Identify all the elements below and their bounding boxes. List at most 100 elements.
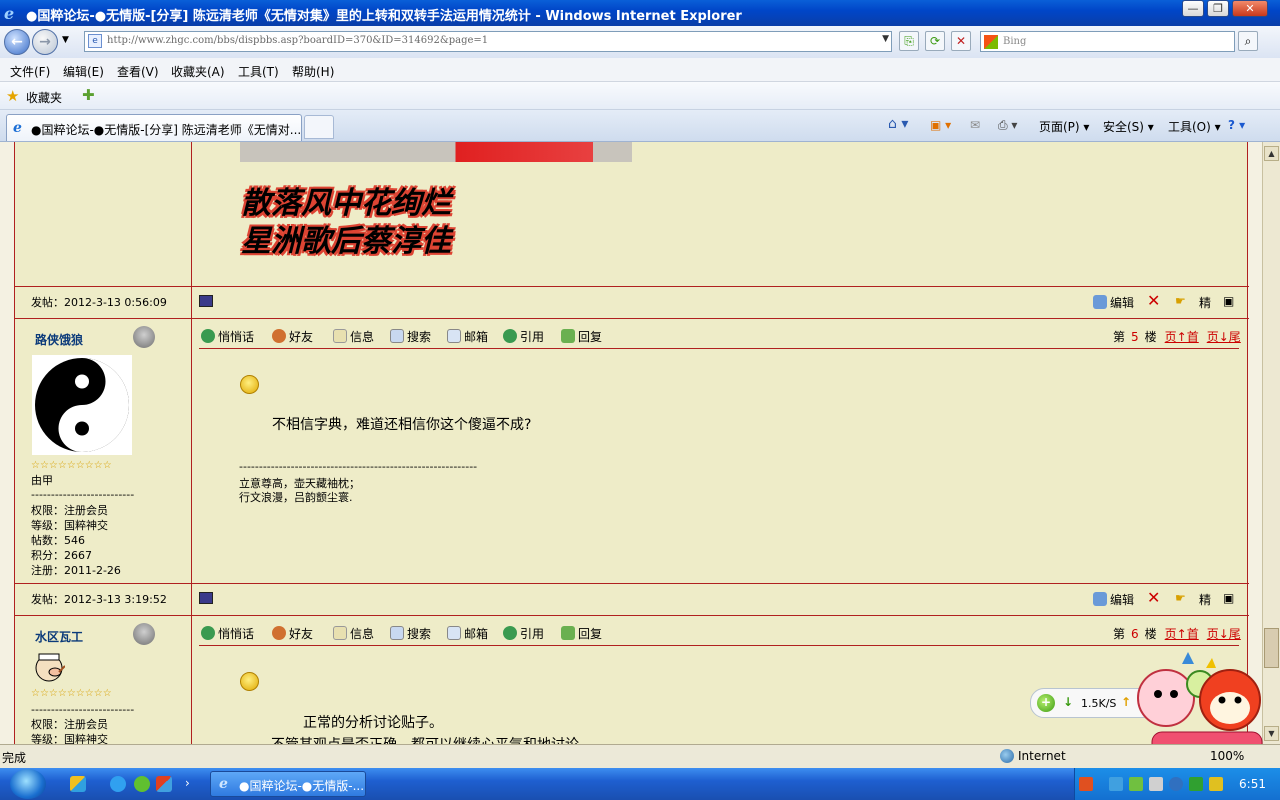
info-button[interactable]: 信息 bbox=[333, 328, 374, 345]
lock-icon[interactable]: ▣ bbox=[1223, 294, 1234, 308]
menu-file[interactable]: 文件(F) bbox=[10, 63, 50, 80]
search-icon[interactable]: ⌕ bbox=[1238, 31, 1258, 51]
page-menu-label: 页面(P) bbox=[1039, 120, 1080, 134]
bing-logo-icon bbox=[984, 35, 998, 49]
user-status-icon bbox=[133, 326, 155, 348]
scroll-up-button[interactable]: ▲ bbox=[1264, 146, 1279, 161]
ip-computer-icon[interactable] bbox=[199, 295, 213, 307]
edit-button[interactable]: 编辑 bbox=[1093, 294, 1134, 311]
help-icon[interactable]: ? ▾ bbox=[1228, 118, 1245, 132]
menu-view[interactable]: 查看(V) bbox=[117, 63, 159, 80]
search-button[interactable]: 搜索 bbox=[390, 625, 431, 642]
username[interactable]: 路侠饿狼 bbox=[35, 331, 83, 348]
mail-icon[interactable]: ✉ bbox=[970, 118, 980, 132]
zoom-level[interactable]: 100% bbox=[1210, 749, 1244, 763]
lock-icon[interactable]: ▣ bbox=[1223, 591, 1234, 605]
window-titlebar: e ●国粹论坛-●无情版-[分享] 陈远清老师《无情对集》里的上转和双转手法运用… bbox=[0, 0, 1280, 26]
address-dropdown-icon[interactable]: ▼ bbox=[882, 34, 889, 44]
maximize-button[interactable]: ❐ bbox=[1207, 0, 1229, 17]
taskbar-ie-button[interactable]: e ●国粹论坛-●无情版-... bbox=[210, 771, 366, 797]
user-status-icon bbox=[133, 623, 155, 645]
username[interactable]: 水区瓦工 bbox=[35, 628, 83, 645]
page-menu[interactable]: 页面(P) ▾ bbox=[1039, 118, 1089, 135]
quote-button[interactable]: 引用 bbox=[503, 625, 544, 642]
tray-volume-icon[interactable] bbox=[1129, 777, 1143, 791]
delete-icon[interactable]: ✕ bbox=[1147, 588, 1160, 607]
show-desktop-icon[interactable] bbox=[70, 776, 86, 792]
print-icon[interactable]: ⎙ ▾ bbox=[998, 118, 1017, 133]
menu-favorites[interactable]: 收藏夹(A) bbox=[171, 63, 225, 80]
search-input[interactable]: Bing bbox=[980, 31, 1235, 52]
go-bottom-link[interactable]: 页↓尾 bbox=[1207, 627, 1241, 641]
menu-tools[interactable]: 工具(T) bbox=[238, 63, 279, 80]
tray-lock-icon[interactable] bbox=[1209, 777, 1223, 791]
whisper-button[interactable]: 悄悄话 bbox=[201, 625, 254, 642]
add-favorite-icon[interactable]: ✚ bbox=[82, 86, 95, 104]
close-window-button[interactable]: ✕ bbox=[1232, 0, 1268, 17]
quote-button[interactable]: 引用 bbox=[503, 328, 544, 345]
home-icon[interactable]: ⌂ ▾ bbox=[888, 116, 908, 132]
ip-computer-icon[interactable] bbox=[199, 592, 213, 604]
friend-button[interactable]: 好友 bbox=[272, 625, 313, 642]
compatibility-view-icon[interactable]: ⎘ bbox=[899, 31, 919, 51]
go-top-link[interactable]: 页↑首 bbox=[1165, 330, 1199, 344]
minimize-button[interactable]: — bbox=[1182, 0, 1204, 17]
tray-network-icon[interactable] bbox=[1109, 777, 1123, 791]
tray-device-icon[interactable] bbox=[1149, 777, 1163, 791]
history-dropdown-icon[interactable]: ▼ bbox=[62, 35, 69, 45]
forward-button[interactable]: → bbox=[32, 29, 58, 55]
alis-mascot-widget[interactable] bbox=[1130, 640, 1280, 758]
elite-button[interactable]: 精 bbox=[1199, 294, 1211, 311]
safety-menu[interactable]: 安全(S) ▾ bbox=[1103, 118, 1154, 135]
search-doc-icon bbox=[390, 329, 404, 343]
taskbar: › e ●国粹论坛-●无情版-... 6:51 bbox=[0, 768, 1280, 800]
mail-button[interactable]: 邮箱 bbox=[447, 328, 488, 345]
menu-edit[interactable]: 编辑(E) bbox=[63, 63, 104, 80]
user-permission: 权限：注册会员 bbox=[31, 504, 108, 517]
address-input[interactable]: e http://www.zhgc.com/bbs/dispbbs.asp?bo… bbox=[84, 31, 892, 52]
accelerator-plus-icon[interactable]: + bbox=[1037, 694, 1055, 712]
favorites-star-icon[interactable]: ★ bbox=[6, 87, 19, 105]
menu-help[interactable]: 帮助(H) bbox=[292, 63, 334, 80]
whisper-button[interactable]: 悄悄话 bbox=[201, 328, 254, 345]
tray-shield-icon[interactable] bbox=[1189, 777, 1203, 791]
quicklaunch-plus-icon[interactable] bbox=[134, 776, 150, 792]
delete-icon[interactable]: ✕ bbox=[1147, 291, 1160, 310]
hand-icon[interactable]: ☛ bbox=[1175, 591, 1186, 605]
search-button[interactable]: 搜索 bbox=[390, 328, 431, 345]
quicklaunch-more-icon[interactable]: › bbox=[185, 776, 190, 790]
elite-button[interactable]: 精 bbox=[1199, 591, 1211, 608]
favorites-button[interactable]: 收藏夹 bbox=[26, 89, 62, 106]
start-button[interactable] bbox=[10, 769, 46, 799]
quicklaunch-s-icon[interactable] bbox=[110, 776, 126, 792]
edit-icon bbox=[1093, 295, 1107, 309]
tray-app-icon[interactable] bbox=[1079, 777, 1093, 791]
reply-button[interactable]: 回复 bbox=[561, 625, 602, 642]
refresh-icon[interactable]: ⟳ bbox=[925, 31, 945, 51]
stop-icon[interactable]: ✕ bbox=[951, 31, 971, 51]
back-button[interactable]: ← bbox=[4, 29, 30, 55]
post-content: 不相信字典，难道还相信你这个傻逼不成? bbox=[272, 417, 532, 433]
new-tab-button[interactable] bbox=[304, 115, 334, 139]
whisper-label: 悄悄话 bbox=[218, 330, 255, 344]
tab-active[interactable]: e ●国粹论坛-●无情版-[分享] 陈远清老师《无情对... bbox=[6, 114, 302, 141]
quote-label: 引用 bbox=[520, 627, 545, 641]
taskbar-button-label: ●国粹论坛-●无情版-... bbox=[239, 779, 365, 793]
reply-button[interactable]: 回复 bbox=[561, 328, 602, 345]
mail-label: 邮箱 bbox=[464, 330, 489, 344]
action-underline bbox=[199, 645, 1239, 646]
mail-button[interactable]: 邮箱 bbox=[447, 625, 488, 642]
info-button[interactable]: 信息 bbox=[333, 625, 374, 642]
tray-update-icon[interactable] bbox=[1169, 777, 1183, 791]
tools-menu[interactable]: 工具(O) ▾ bbox=[1168, 118, 1221, 135]
quicklaunch-app-icon[interactable] bbox=[156, 776, 172, 792]
popeye-avatar-icon bbox=[35, 653, 66, 682]
feeds-icon[interactable]: ▣ ▾ bbox=[930, 118, 951, 132]
go-top-link[interactable]: 页↑首 bbox=[1165, 627, 1199, 641]
edit-button[interactable]: 编辑 bbox=[1093, 591, 1134, 608]
go-bottom-link[interactable]: 页↓尾 bbox=[1207, 330, 1241, 344]
friend-button[interactable]: 好友 bbox=[272, 328, 313, 345]
quote-label: 引用 bbox=[520, 330, 545, 344]
hand-icon[interactable]: ☛ bbox=[1175, 294, 1186, 308]
smiley-icon bbox=[240, 375, 259, 394]
